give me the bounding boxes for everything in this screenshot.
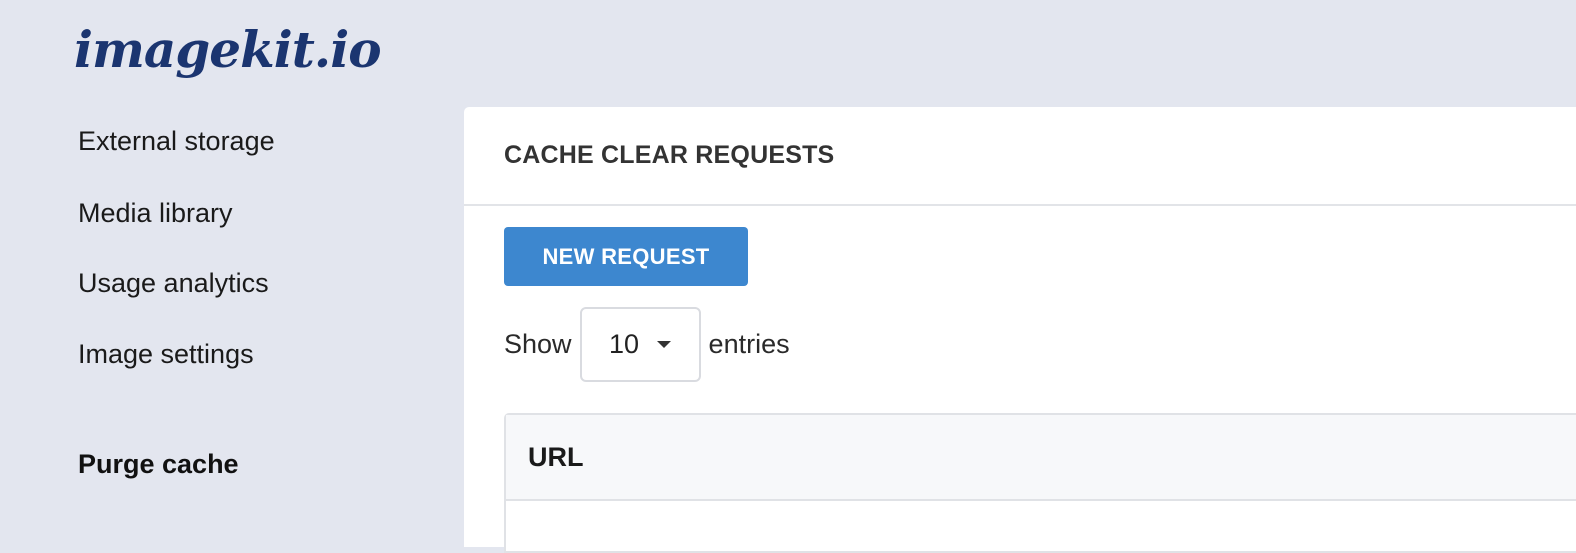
entries-selected-value: 10 — [609, 328, 640, 359]
caret-down-icon — [657, 340, 672, 348]
entries-show-label: Show — [504, 328, 572, 359]
cache-requests-card: CACHE CLEAR REQUESTS NEW REQUEST Show 10… — [464, 107, 1576, 553]
sidebar-item-external-storage[interactable]: External storage — [78, 125, 275, 157]
sidebar-item-purge-cache[interactable]: Purge cache — [78, 448, 239, 480]
column-header-url[interactable]: URL — [528, 442, 584, 473]
page-title: CACHE CLEAR REQUESTS — [504, 141, 835, 169]
logo[interactable]: imagekit.io — [74, 14, 382, 86]
sidebar-item-media-library[interactable]: Media library — [78, 197, 233, 229]
entries-per-page-select[interactable]: 10 — [579, 306, 701, 382]
sidebar-item-image-settings[interactable]: Image settings — [78, 338, 254, 370]
table-header-row: URL — [506, 415, 1576, 501]
entries-length-control: Show 10 entries — [504, 306, 790, 382]
requests-table: URL — [504, 413, 1576, 553]
new-request-button[interactable]: NEW REQUEST — [504, 227, 748, 286]
sidebar-item-usage-analytics[interactable]: Usage analytics — [78, 267, 269, 299]
entries-suffix-label: entries — [708, 328, 790, 359]
card-header: CACHE CLEAR REQUESTS — [464, 107, 1576, 206]
